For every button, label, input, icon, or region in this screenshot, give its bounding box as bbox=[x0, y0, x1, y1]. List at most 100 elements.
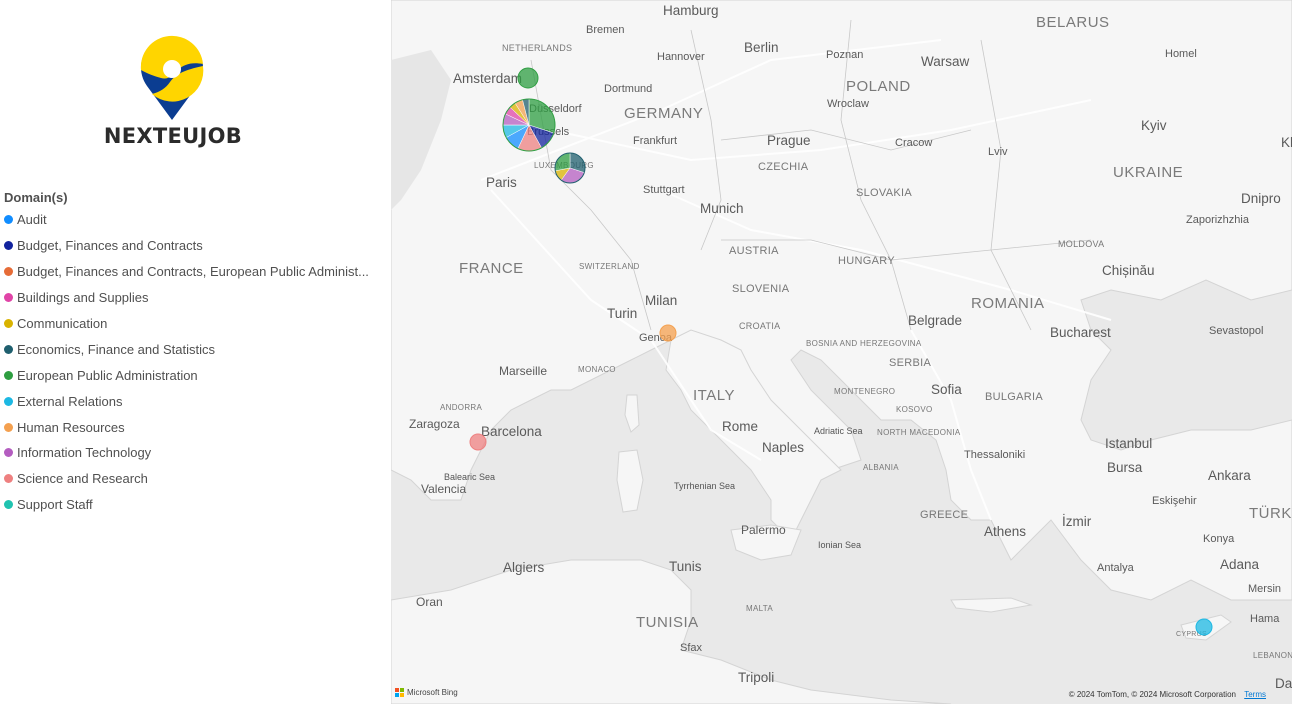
label-athens: Athens bbox=[984, 524, 1026, 539]
label-rome: Rome bbox=[722, 419, 758, 434]
label-italy: ITALY bbox=[693, 387, 735, 404]
map-svg[interactable]: BELARUS POLAND GERMANY UKRAINE CZECHIA S… bbox=[391, 0, 1292, 704]
legend-dot-icon bbox=[4, 241, 13, 251]
bubble-genoa[interactable] bbox=[659, 324, 677, 342]
label-naples: Naples bbox=[762, 440, 804, 455]
land-corsica bbox=[624, 394, 640, 433]
legend-dot-icon bbox=[4, 474, 13, 484]
land-north-africa bbox=[391, 559, 952, 704]
label-wroclaw: Wroclaw bbox=[827, 98, 869, 110]
legend-dot-icon bbox=[4, 293, 13, 303]
legend-label: Communication bbox=[17, 316, 108, 331]
legend-label: Audit bbox=[17, 212, 47, 228]
label-monaco: MONACO bbox=[578, 365, 616, 374]
label-frankfurt: Frankfurt bbox=[633, 135, 677, 147]
bubble-barcelona[interactable] bbox=[469, 433, 487, 451]
label-palermo: Palermo bbox=[741, 523, 786, 537]
label-berlin: Berlin bbox=[744, 40, 779, 55]
copyright-text: © 2024 TomTom, © 2024 Microsoft Corporat… bbox=[1068, 690, 1236, 699]
legend-label: Science and Research bbox=[17, 471, 148, 487]
legend-dot-icon bbox=[4, 344, 13, 354]
label-valencia: Valencia bbox=[421, 482, 466, 496]
label-paris: Paris bbox=[486, 175, 517, 190]
label-bremen: Bremen bbox=[586, 24, 625, 36]
label-ukraine: UKRAINE bbox=[1113, 164, 1183, 181]
legend: Domain(s) Audit Budget, Finances and Con… bbox=[4, 189, 389, 518]
label-romania: ROMANIA bbox=[971, 295, 1045, 312]
legend-dot-icon bbox=[4, 215, 13, 225]
legend-item[interactable]: Budget, Finances and Contracts, European… bbox=[4, 259, 389, 285]
label-zaporizhzhia: Zaporizhzhia bbox=[1186, 214, 1250, 226]
label-ionian-sea: Ionian Sea bbox=[818, 540, 861, 550]
label-balearic-sea: Balearic Sea bbox=[444, 472, 495, 482]
label-poznan: Poznan bbox=[826, 49, 863, 61]
legend-dot-icon bbox=[4, 319, 13, 328]
label-tripoli: Tripoli bbox=[738, 670, 774, 685]
legend-label: Support Staff bbox=[17, 497, 93, 513]
bing-attribution: Microsoft Bing bbox=[395, 688, 458, 697]
logo-wordmark: NEXTEUJOB bbox=[103, 124, 243, 148]
label-tunisia: TUNISIA bbox=[636, 614, 699, 631]
legend-item[interactable]: Human Resources bbox=[4, 414, 389, 440]
legend-items: Audit Budget, Finances and Contracts Bud… bbox=[4, 207, 389, 518]
microsoft-logo-icon bbox=[395, 688, 404, 697]
bing-label: Microsoft Bing bbox=[407, 688, 458, 697]
map-canvas[interactable]: BELARUS POLAND GERMANY UKRAINE CZECHIA S… bbox=[391, 0, 1292, 704]
legend-dot-icon bbox=[4, 267, 13, 277]
label-turin: Turin bbox=[607, 306, 637, 321]
label-slovenia: SLOVENIA bbox=[732, 283, 790, 295]
label-malta: MALTA bbox=[746, 604, 773, 613]
legend-item[interactable]: Information Technology bbox=[4, 440, 389, 466]
bubble-luxembourg[interactable] bbox=[554, 152, 586, 184]
legend-item[interactable]: Audit bbox=[4, 207, 389, 233]
legend-label: Budget, Finances and Contracts, European… bbox=[17, 264, 369, 280]
label-zaragoza: Zaragoza bbox=[409, 417, 460, 431]
legend-item[interactable]: Communication bbox=[4, 311, 389, 337]
bubble-brussels[interactable] bbox=[502, 98, 556, 152]
label-eskisehir: Eskişehir bbox=[1152, 495, 1197, 507]
label-oran: Oran bbox=[416, 595, 443, 609]
label-hungary: HUNGARY bbox=[838, 255, 895, 267]
legend-label: Buildings and Supplies bbox=[17, 290, 149, 306]
label-damascus: Damascus bbox=[1275, 676, 1292, 691]
legend-item[interactable]: Economics, Finance and Statistics bbox=[4, 336, 389, 362]
label-sfax: Sfax bbox=[680, 642, 703, 654]
legend-label: Economics, Finance and Statistics bbox=[17, 341, 215, 357]
label-amsterdam: Amsterdam bbox=[453, 71, 522, 86]
label-turkiye: TÜRKIYE bbox=[1249, 504, 1292, 522]
label-thessaloniki: Thessaloniki bbox=[964, 449, 1025, 461]
label-adriatic-sea: Adriatic Sea bbox=[814, 426, 863, 436]
legend-label: European Public Administration bbox=[17, 367, 198, 383]
label-belarus: BELARUS bbox=[1036, 14, 1110, 31]
legend-item[interactable]: Science and Research bbox=[4, 466, 389, 492]
legend-item[interactable]: Support Staff bbox=[4, 492, 389, 518]
legend-label: Information Technology bbox=[17, 445, 152, 461]
terms-link[interactable]: Terms bbox=[1244, 690, 1266, 699]
land-crete bbox=[950, 597, 1033, 613]
legend-item[interactable]: External Relations bbox=[4, 388, 389, 414]
legend-label: Human Resources bbox=[17, 419, 125, 435]
label-antalya: Antalya bbox=[1097, 562, 1135, 574]
label-france: FRANCE bbox=[459, 260, 524, 277]
label-izmir: İzmir bbox=[1062, 514, 1092, 529]
label-kharkiv: Kharkiv bbox=[1281, 135, 1292, 150]
label-barcelona: Barcelona bbox=[481, 424, 542, 439]
label-poland: POLAND bbox=[846, 78, 911, 95]
legend-item[interactable]: Budget, Finances and Contracts bbox=[4, 233, 389, 259]
label-slovakia: SLOVAKIA bbox=[856, 187, 912, 199]
label-homel: Homel bbox=[1165, 48, 1197, 60]
sidebar: NEXTEUJOB Domain(s) Audit Budget, Financ… bbox=[0, 0, 391, 704]
label-kyiv: Kyiv bbox=[1141, 118, 1167, 133]
legend-label: Budget, Finances and Contracts bbox=[17, 238, 203, 254]
bubble-cyprus[interactable] bbox=[1195, 618, 1213, 636]
legend-dot-icon bbox=[4, 396, 13, 406]
label-chisinau: Chișinău bbox=[1102, 263, 1155, 278]
label-hamburg: Hamburg bbox=[663, 3, 719, 18]
legend-item[interactable]: Buildings and Supplies bbox=[4, 285, 389, 311]
label-croatia: CROATIA bbox=[739, 321, 780, 331]
label-moldova: MOLDOVA bbox=[1058, 239, 1104, 249]
legend-item[interactable]: European Public Administration bbox=[4, 362, 389, 388]
label-belgrade: Belgrade bbox=[908, 313, 962, 328]
legend-label: External Relations bbox=[17, 393, 123, 409]
bubble-amsterdam[interactable] bbox=[517, 67, 539, 89]
